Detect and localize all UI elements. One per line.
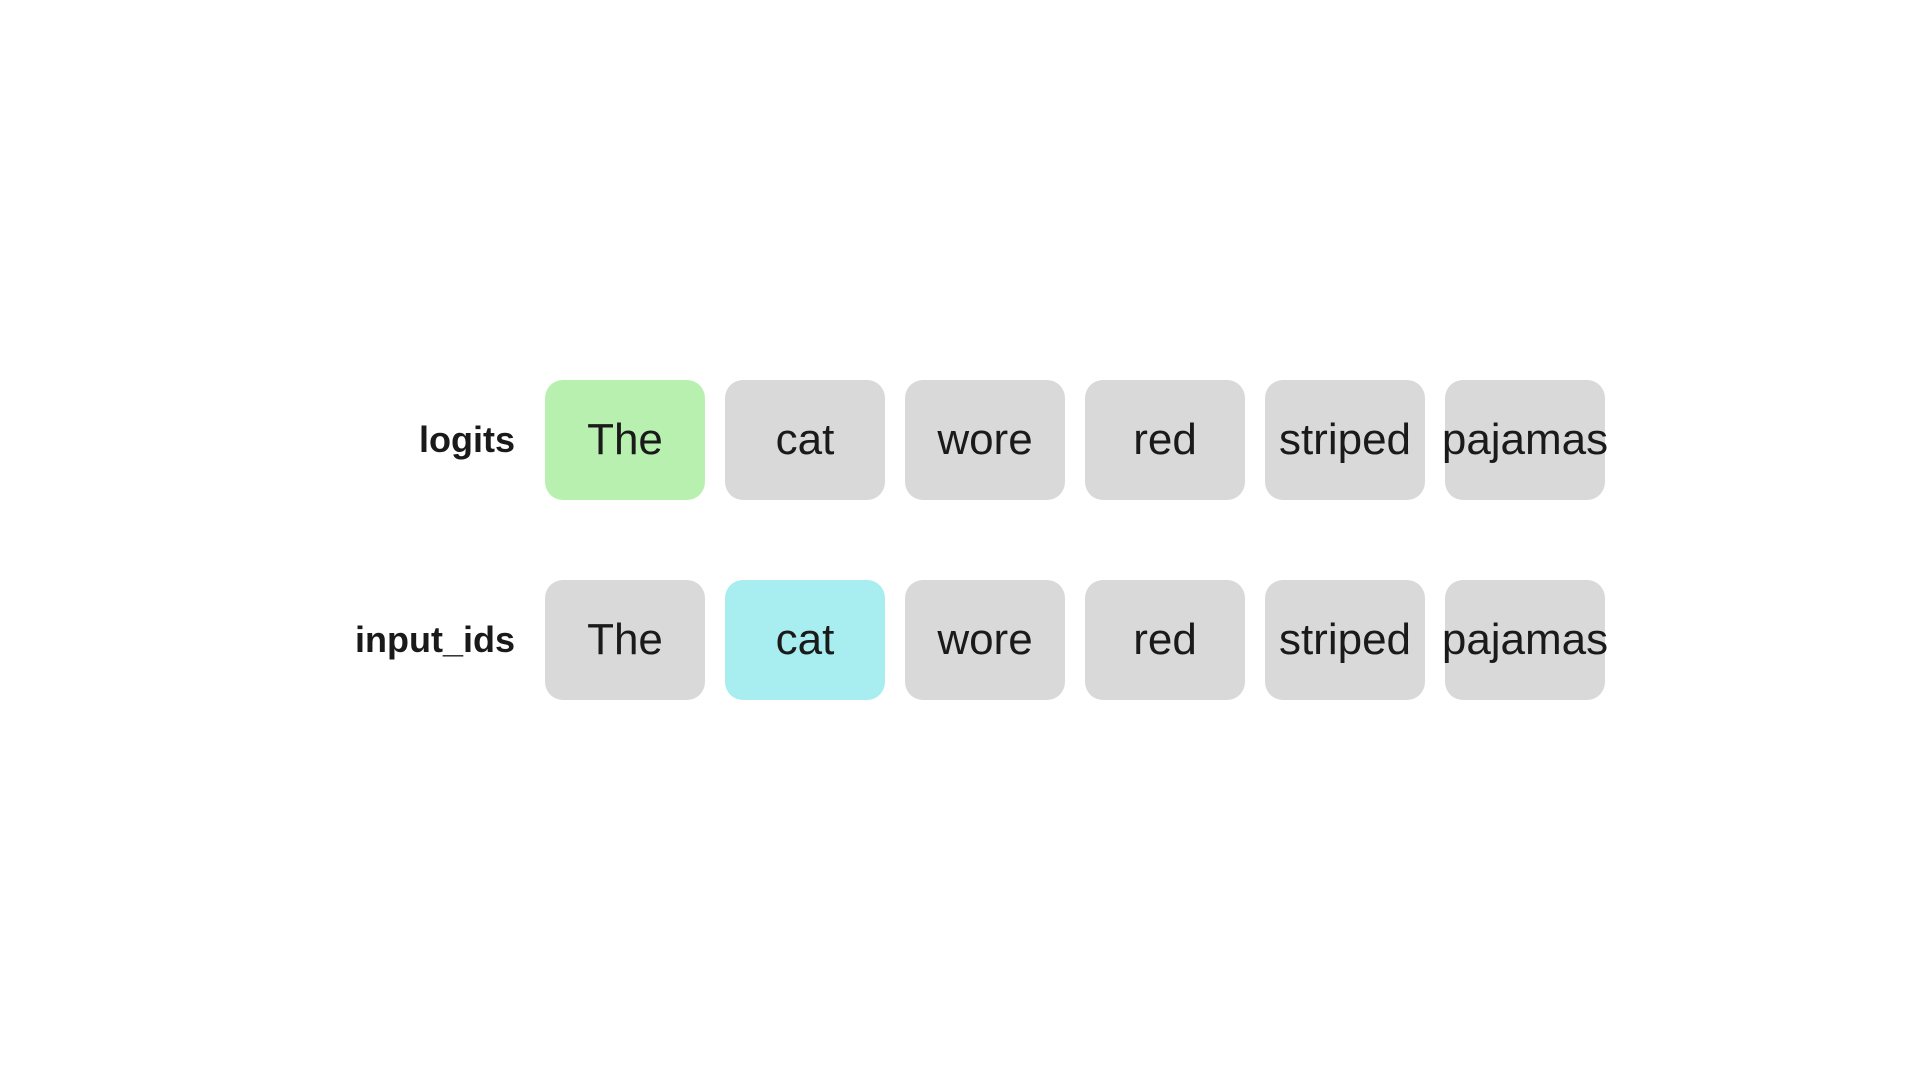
token-logits-2[interactable]: wore	[905, 380, 1065, 500]
token-input_ids-5[interactable]: pajamas	[1445, 580, 1605, 700]
tokens-logits: Thecatworeredstripedpajamas	[545, 380, 1605, 500]
main-container: logitsThecatworeredstripedpajamasinput_i…	[315, 380, 1605, 700]
token-input_ids-4[interactable]: striped	[1265, 580, 1425, 700]
token-logits-0[interactable]: The	[545, 380, 705, 500]
token-logits-5[interactable]: pajamas	[1445, 380, 1605, 500]
token-input_ids-1[interactable]: cat	[725, 580, 885, 700]
token-input_ids-3[interactable]: red	[1085, 580, 1245, 700]
token-input_ids-2[interactable]: wore	[905, 580, 1065, 700]
tokens-input_ids: Thecatworeredstripedpajamas	[545, 580, 1605, 700]
token-logits-4[interactable]: striped	[1265, 380, 1425, 500]
label-input_ids: input_ids	[315, 619, 515, 661]
row-input_ids: input_ids Thecatworeredstripedpajamas	[315, 580, 1605, 700]
row-logits: logits Thecatworeredstripedpajamas	[315, 380, 1605, 500]
label-logits: logits	[315, 419, 515, 461]
token-logits-3[interactable]: red	[1085, 380, 1245, 500]
token-input_ids-0[interactable]: The	[545, 580, 705, 700]
token-logits-1[interactable]: cat	[725, 380, 885, 500]
